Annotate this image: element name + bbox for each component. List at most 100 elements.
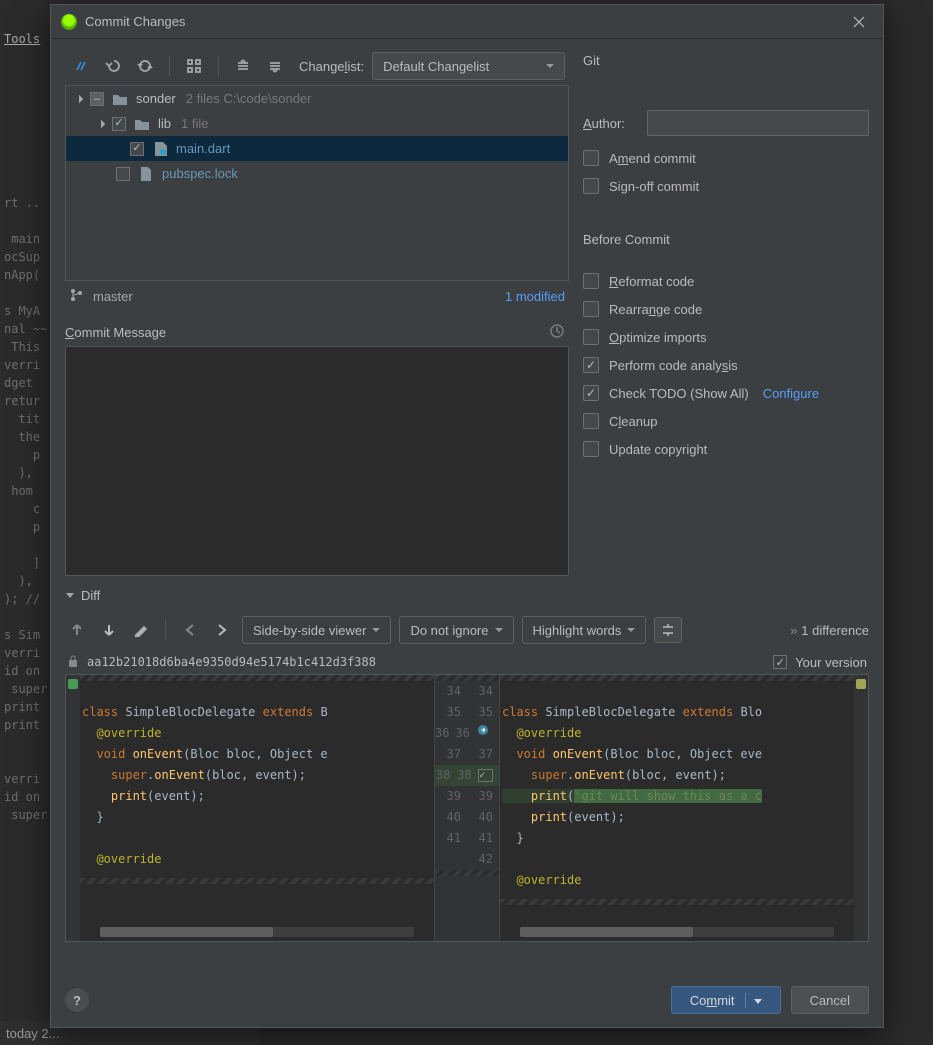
author-field-row: Author: — [583, 110, 869, 136]
dart-file-icon — [152, 141, 168, 157]
update-copyright-row[interactable]: Update copyright — [583, 435, 869, 463]
diff-toolbar: Side-by-side viewer Do not ignore Highli… — [65, 610, 869, 650]
dialog-title: Commit Changes — [85, 14, 845, 29]
insert-marker-icon[interactable] — [476, 723, 496, 744]
commit-dialog: Commit Changes Changelist: Default Cha — [50, 4, 884, 1028]
refresh-icon[interactable] — [133, 54, 157, 78]
perform-analysis-row[interactable]: Perform code analysis — [583, 351, 869, 379]
checkbox[interactable] — [583, 441, 599, 457]
view-mode-select[interactable]: Side-by-side viewer — [242, 616, 391, 644]
commit-message-label: Commit Message — [65, 323, 569, 342]
scrollbar[interactable] — [520, 927, 834, 937]
changelist-select[interactable]: Default Changelist — [372, 52, 565, 80]
file-tree[interactable]: sonder 2 files C:\code\sonder lib 1 file… — [65, 85, 569, 281]
collapse-unchanged-icon[interactable] — [654, 617, 682, 643]
checkbox[interactable] — [583, 150, 599, 166]
separator — [218, 56, 219, 76]
cancel-button[interactable]: Cancel — [791, 986, 869, 1014]
commit-button[interactable]: Commit — [671, 986, 781, 1014]
amend-commit-row[interactable]: Amend commit — [583, 144, 869, 172]
commit-toolbar: Changelist: Default Changelist — [65, 47, 569, 85]
checkbox[interactable] — [583, 385, 599, 401]
checkbox[interactable] — [583, 273, 599, 289]
checkbox[interactable] — [116, 167, 130, 181]
include-checkbox[interactable] — [773, 655, 787, 669]
titlebar: Commit Changes — [51, 5, 883, 39]
checkbox[interactable] — [583, 413, 599, 429]
diff-count: 1 difference — [801, 623, 869, 638]
configure-link[interactable]: Configure — [763, 386, 819, 401]
checkbox[interactable] — [112, 117, 126, 131]
close-button[interactable] — [845, 8, 873, 36]
folder-icon — [134, 116, 150, 132]
check-todo-row[interactable]: Check TODO (Show All) Configure — [583, 379, 869, 407]
diff-gutter: 3434 3535 3636 3737 3838 3939 4040 4141 … — [434, 675, 500, 941]
help-button[interactable]: ? — [65, 988, 89, 1012]
group-icon[interactable] — [182, 54, 206, 78]
tree-file-main-dart[interactable]: main.dart — [66, 136, 568, 161]
tree-folder-lib[interactable]: lib 1 file — [66, 111, 568, 136]
checkbox[interactable] — [90, 92, 104, 106]
show-diff-icon[interactable] — [69, 54, 93, 78]
nav-left-icon[interactable] — [178, 618, 202, 642]
signoff-commit-row[interactable]: Sign-off commit — [583, 172, 869, 200]
history-icon[interactable] — [549, 323, 565, 342]
tree-meta: 1 file — [181, 116, 208, 131]
checkbox[interactable] — [130, 142, 144, 156]
folder-icon — [112, 91, 128, 107]
menu-tools[interactable]: Tools — [4, 30, 40, 48]
tree-label: lib — [158, 116, 171, 131]
diff-panes[interactable]: class SimpleBlocDelegate extends B @over… — [65, 674, 869, 942]
lock-icon — [67, 654, 79, 671]
separator — [169, 56, 170, 76]
diff-header[interactable]: Diff — [65, 580, 869, 610]
expand-icon[interactable] — [231, 54, 255, 78]
diff-section: Diff Side-by-side viewer Do not ignore H… — [51, 580, 883, 973]
ignore-select[interactable]: Do not ignore — [399, 616, 513, 644]
expand-arrow-icon[interactable] — [94, 117, 108, 131]
tree-meta: 2 files C:\code\sonder — [186, 91, 312, 106]
author-label: Author: — [583, 116, 637, 131]
commit-hash: aa12b21018d6ba4e9350d94e5174b1c412d3f388 — [87, 655, 376, 669]
commit-message-input[interactable] — [65, 346, 569, 576]
prev-diff-icon[interactable] — [65, 618, 89, 642]
branch-icon — [69, 288, 83, 305]
author-input[interactable] — [647, 110, 869, 136]
revert-icon[interactable] — [101, 54, 125, 78]
checkbox[interactable] — [583, 357, 599, 373]
diff-filebar: aa12b21018d6ba4e9350d94e5174b1c412d3f388… — [65, 650, 869, 674]
highlight-select[interactable]: Highlight words — [522, 616, 647, 644]
branch-bar: master 1 modified — [65, 281, 569, 311]
marker-right — [854, 675, 868, 941]
modified-count-link[interactable]: 1 modified — [505, 289, 565, 304]
diff-right-pane[interactable]: class SimpleBlocDelegate extends Blo @ov… — [500, 675, 854, 941]
diff-left-pane[interactable]: class SimpleBlocDelegate extends B @over… — [80, 675, 434, 941]
next-diff-icon[interactable] — [97, 618, 121, 642]
edit-icon[interactable] — [129, 618, 153, 642]
optimize-imports-row[interactable]: Optimize imports — [583, 323, 869, 351]
nav-right-icon[interactable] — [210, 618, 234, 642]
rearrange-code-row[interactable]: Rearrange code — [583, 295, 869, 323]
include-line-checkbox[interactable] — [478, 769, 493, 782]
checkbox[interactable] — [583, 178, 599, 194]
expand-arrow-icon[interactable] — [72, 92, 86, 106]
app-icon — [61, 14, 77, 30]
reformat-code-row[interactable]: Reformat code — [583, 267, 869, 295]
tree-file-pubspec-lock[interactable]: pubspec.lock — [66, 161, 568, 186]
checkbox[interactable] — [583, 329, 599, 345]
branch-name[interactable]: master — [93, 289, 133, 304]
collapse-icon[interactable] — [263, 54, 287, 78]
collapse-arrow-icon[interactable] — [65, 588, 75, 603]
dialog-footer: ? Commit Cancel — [51, 973, 883, 1027]
file-icon — [138, 166, 154, 182]
cleanup-row[interactable]: Cleanup — [583, 407, 869, 435]
tree-root[interactable]: sonder 2 files C:\code\sonder — [66, 86, 568, 111]
right-options: Git Author: Amend commit Sign-off commit… — [583, 47, 869, 576]
commit-split-icon[interactable] — [745, 993, 762, 1008]
marker-left — [66, 675, 80, 941]
changelist-label: Changelist: — [299, 59, 364, 74]
checkbox[interactable] — [583, 301, 599, 317]
tree-label: pubspec.lock — [162, 166, 238, 181]
git-section-title: Git — [583, 53, 869, 68]
scrollbar[interactable] — [100, 927, 414, 937]
